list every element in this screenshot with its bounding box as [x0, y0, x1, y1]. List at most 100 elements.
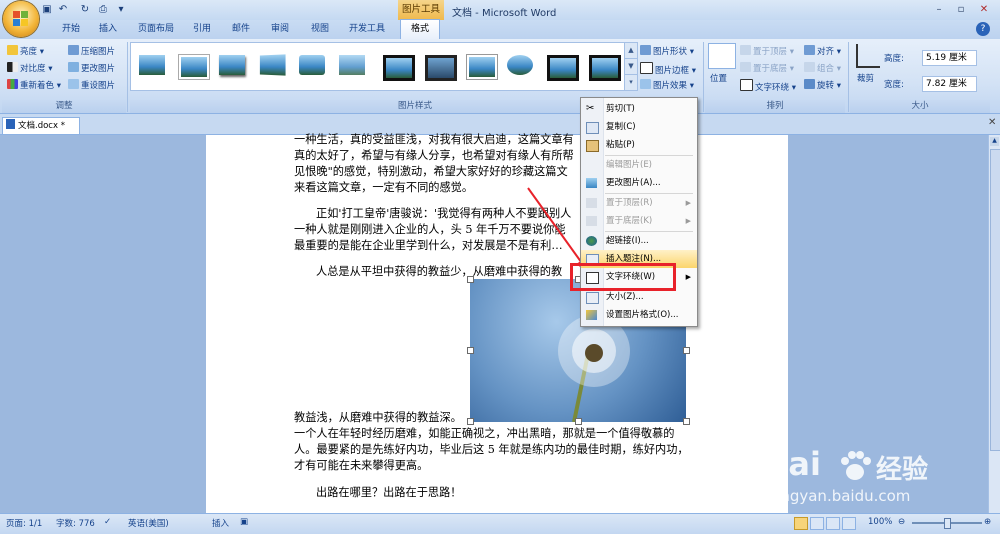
picture-style-thumb[interactable]	[505, 52, 535, 78]
text-wrap-icon	[740, 79, 753, 91]
group-button[interactable]: 组合 ▾	[804, 62, 841, 74]
picture-style-thumb[interactable]	[137, 52, 167, 78]
office-button[interactable]	[3, 1, 39, 37]
brightness-button[interactable]: 亮度 ▾	[7, 45, 44, 57]
view-web-icon[interactable]	[826, 517, 840, 530]
document-tab[interactable]: 文档.docx *	[2, 117, 80, 134]
reset-picture-icon	[68, 79, 79, 89]
resize-handle[interactable]	[467, 347, 474, 354]
picture-style-thumb[interactable]	[177, 52, 209, 79]
tab-format[interactable]: 格式	[400, 19, 440, 39]
maximize-icon[interactable]: ▫	[952, 3, 970, 17]
save-icon[interactable]: ▣	[40, 3, 54, 17]
submenu-arrow-icon: ▶	[685, 199, 691, 207]
picture-style-thumb[interactable]	[297, 52, 327, 78]
tab-references[interactable]: 引用	[186, 20, 218, 38]
paragraph-line: 一种生活，真的受益匪浅，对我有很大启迪，这篇文章有	[294, 133, 574, 146]
picture-shape-button[interactable]: 图片形状 ▾	[640, 45, 694, 57]
close-doc-icon[interactable]: ✕	[988, 117, 996, 128]
view-outline-icon[interactable]	[842, 517, 856, 530]
gallery-down-icon[interactable]: ▼	[624, 58, 638, 75]
resize-handle[interactable]	[575, 418, 582, 425]
menu-item-edit-picture[interactable]: 编辑图片(E)	[581, 156, 697, 174]
crop-button[interactable]: 裁剪	[857, 72, 874, 84]
tab-page-layout[interactable]: 页面布局	[132, 20, 180, 38]
language-indicator[interactable]: 英语(美国)	[128, 517, 169, 529]
rotate-button[interactable]: 旋转 ▾	[804, 79, 841, 91]
send-to-back-label: 置于底层	[753, 64, 788, 74]
qat-dropdown-icon[interactable]: ▾	[114, 3, 128, 17]
contrast-label: 对比度	[20, 64, 46, 74]
size-icon	[586, 292, 599, 304]
minimize-icon[interactable]: –	[930, 3, 948, 17]
zoom-slider-thumb[interactable]	[944, 518, 951, 529]
picture-style-thumb[interactable]	[257, 52, 287, 78]
view-print-layout-icon[interactable]	[794, 517, 808, 530]
text-wrap-button[interactable]: 文字环绕 ▾	[740, 79, 796, 93]
help-icon[interactable]: ?	[976, 22, 990, 36]
scroll-up-icon[interactable]: ▲	[990, 137, 999, 146]
scroll-thumb[interactable]	[990, 149, 1000, 451]
reset-picture-button[interactable]: 重设图片	[68, 79, 115, 91]
bring-to-front-label: 置于顶层	[753, 47, 788, 57]
tab-insert[interactable]: 插入	[90, 20, 126, 38]
resize-handle[interactable]	[467, 418, 474, 425]
picture-style-thumb[interactable]	[217, 52, 247, 78]
menu-item-bring-to-front[interactable]: 置于顶层(R) ▶	[581, 194, 697, 212]
tab-home[interactable]: 开始	[53, 20, 89, 38]
tab-developer[interactable]: 开发工具	[343, 20, 391, 38]
print-preview-icon[interactable]: ⎙	[96, 3, 110, 17]
menu-item-paste[interactable]: 粘贴(P)	[581, 136, 697, 154]
word-count[interactable]: 字数: 776	[56, 517, 95, 529]
menu-item-hyperlink[interactable]: 超链接(I)...	[581, 232, 697, 250]
proofing-icon[interactable]: ✓	[104, 517, 111, 527]
menu-item-copy[interactable]: 复制(C)	[581, 118, 697, 136]
vertical-scrollbar[interactable]: ▲	[988, 135, 1000, 513]
change-picture-button[interactable]: 更改图片	[68, 62, 115, 74]
menu-item-format-picture[interactable]: 设置图片格式(O)...	[581, 306, 697, 324]
macro-record-icon[interactable]: ▣	[240, 517, 248, 527]
paragraph-line: 人。最要紧的是先练好内功，毕业后这 5 年就是练内功的最佳时期，练好内功，	[294, 443, 689, 456]
menu-item-label: 置于顶层(R)	[606, 198, 653, 208]
resize-handle[interactable]	[683, 418, 690, 425]
tab-review[interactable]: 审阅	[263, 20, 297, 38]
page-count[interactable]: 页面: 1/1	[6, 517, 42, 529]
menu-item-cut[interactable]: ✂ 剪切(T)	[581, 100, 697, 118]
width-input[interactable]: 7.82 厘米	[922, 76, 977, 92]
align-icon	[804, 45, 815, 55]
picture-styles-gallery	[130, 42, 628, 91]
picture-style-thumb[interactable]	[587, 52, 621, 81]
picture-border-button[interactable]: 图片边框 ▾	[640, 62, 696, 76]
view-full-screen-icon[interactable]	[810, 517, 824, 530]
picture-style-thumb[interactable]	[381, 52, 415, 81]
picture-style-thumb[interactable]	[337, 52, 367, 78]
contrast-button[interactable]: 对比度 ▾	[7, 62, 52, 74]
picture-style-thumb[interactable]	[465, 52, 497, 79]
insert-mode[interactable]: 插入	[212, 517, 229, 529]
compress-pictures-button[interactable]: 压缩图片	[68, 45, 115, 57]
recolor-button[interactable]: 重新着色 ▾	[7, 79, 61, 91]
zoom-in-icon[interactable]: ⊕	[984, 517, 991, 527]
picture-effects-button[interactable]: 图片效果 ▾	[640, 79, 694, 91]
height-input[interactable]: 5.19 厘米	[922, 50, 977, 66]
align-button[interactable]: 对齐 ▾	[804, 45, 841, 57]
resize-handle[interactable]	[467, 276, 474, 283]
arrange-group-label: 排列	[705, 100, 845, 113]
tab-mailings[interactable]: 邮件	[225, 20, 257, 38]
undo-icon[interactable]: ↶	[56, 3, 70, 17]
bring-to-front-button[interactable]: 置于顶层 ▾	[740, 45, 794, 57]
gallery-more-icon[interactable]: ▾	[624, 74, 638, 91]
resize-handle[interactable]	[683, 347, 690, 354]
position-button[interactable]: 位置	[710, 72, 727, 84]
send-to-back-button[interactable]: 置于底层 ▾	[740, 62, 794, 74]
zoom-out-icon[interactable]: ⊖	[898, 517, 905, 527]
menu-item-change-picture[interactable]: 更改图片(A)...	[581, 174, 697, 192]
tab-view[interactable]: 视图	[303, 20, 337, 38]
menu-item-send-to-back[interactable]: 置于底层(K) ▶	[581, 212, 697, 230]
zoom-level[interactable]: 100%	[868, 517, 892, 527]
picture-style-thumb[interactable]	[545, 52, 579, 81]
close-icon[interactable]: ✕	[975, 3, 993, 17]
redo-icon[interactable]: ↻	[78, 3, 92, 17]
picture-style-thumb[interactable]	[423, 52, 457, 81]
gallery-up-icon[interactable]: ▲	[624, 42, 638, 59]
